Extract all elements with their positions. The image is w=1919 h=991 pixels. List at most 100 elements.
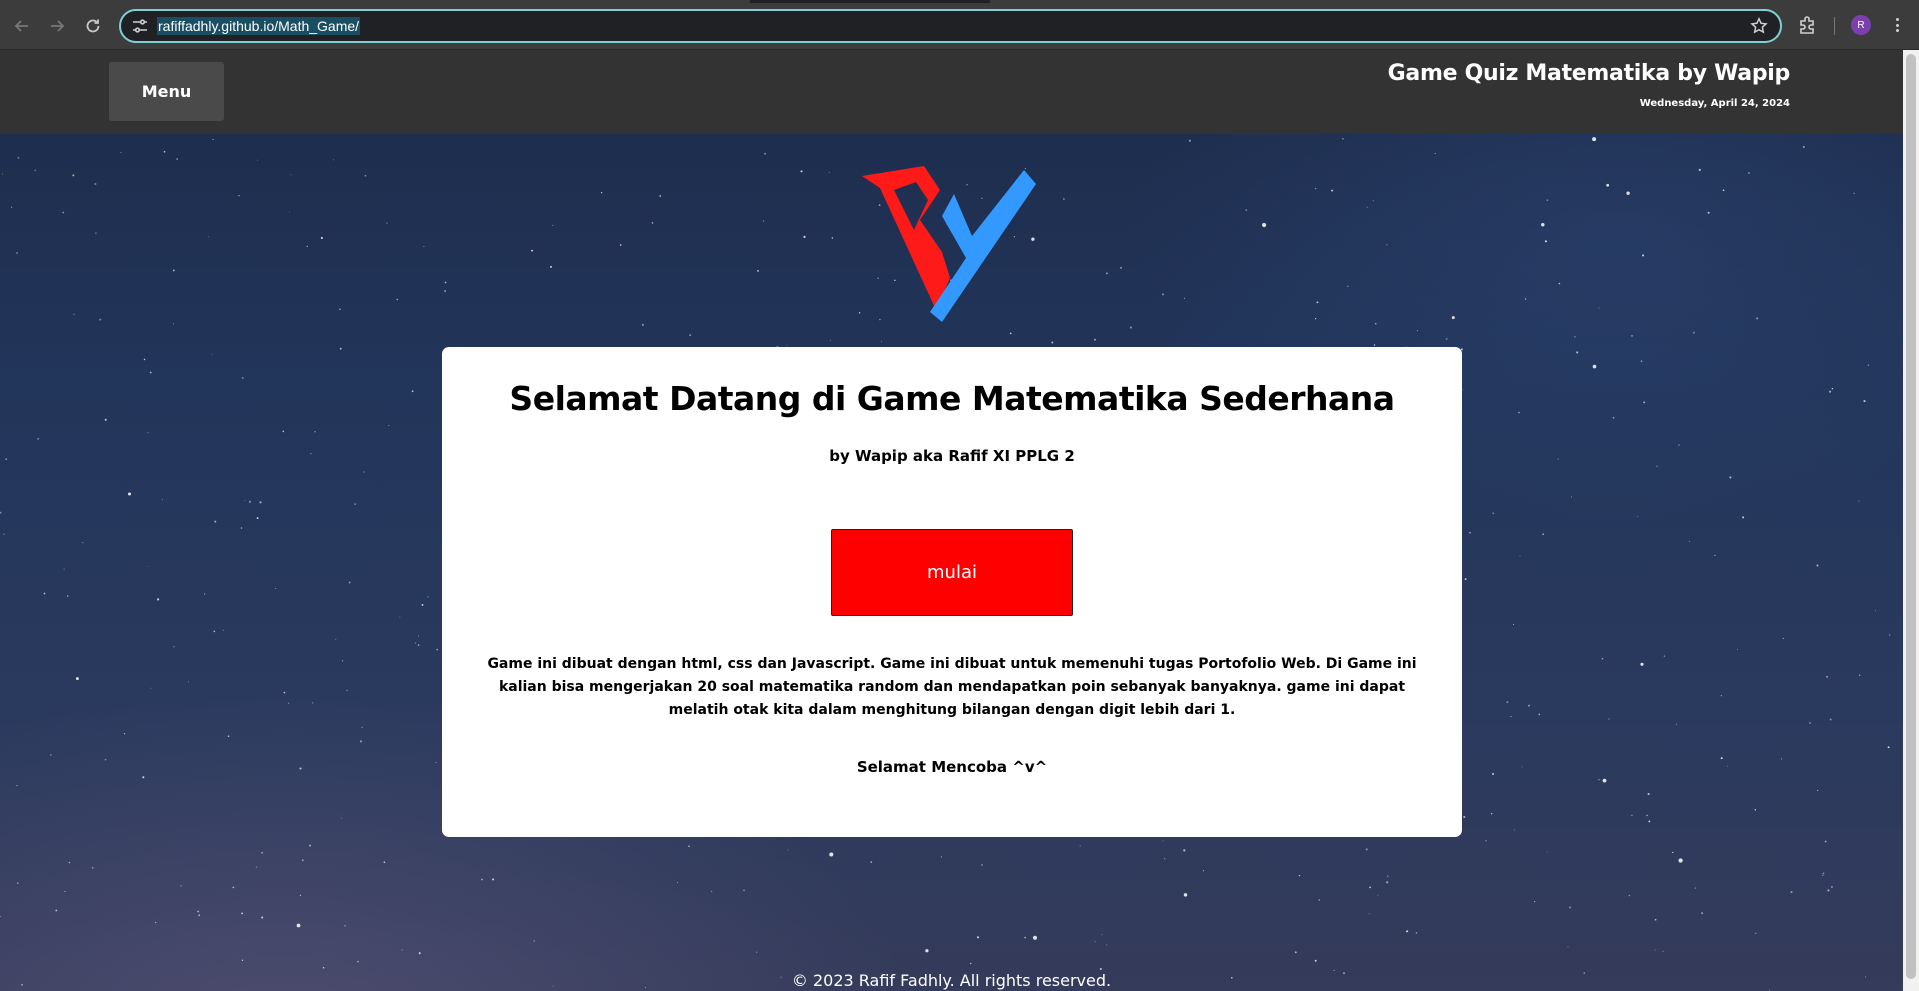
star xyxy=(803,235,806,238)
star xyxy=(969,962,972,965)
star xyxy=(1817,790,1819,792)
star xyxy=(1541,223,1545,227)
star xyxy=(361,726,363,728)
star xyxy=(423,246,425,248)
forward-button[interactable] xyxy=(44,13,70,39)
star xyxy=(17,882,19,884)
star xyxy=(67,595,69,597)
back-button[interactable] xyxy=(9,13,35,39)
tab-right[interactable] xyxy=(990,0,1919,3)
scrollbar-thumb[interactable] xyxy=(1906,54,1916,979)
star xyxy=(1640,360,1643,362)
star xyxy=(176,158,178,160)
star xyxy=(63,568,65,570)
star xyxy=(1867,364,1870,366)
star xyxy=(147,432,149,434)
star xyxy=(261,916,264,919)
tab-left[interactable] xyxy=(0,0,750,3)
star xyxy=(1434,152,1436,154)
star xyxy=(359,740,363,743)
site-title: Game Quiz Matematika by Wapip xyxy=(1387,61,1791,86)
star xyxy=(829,852,834,857)
address-bar[interactable]: rafiffadhly.github.io/Math_Game/ xyxy=(119,9,1782,43)
star xyxy=(16,784,18,787)
star xyxy=(1626,191,1630,195)
star xyxy=(828,171,830,173)
star xyxy=(282,430,285,433)
star xyxy=(1742,516,1745,519)
star xyxy=(1727,765,1728,767)
puzzle-icon[interactable] xyxy=(1797,14,1819,36)
star xyxy=(421,603,424,606)
star-icon[interactable] xyxy=(1750,17,1768,35)
star xyxy=(1366,206,1368,208)
star xyxy=(1101,934,1103,936)
star xyxy=(1822,872,1825,875)
star xyxy=(339,308,341,311)
menu-button[interactable]: Menu xyxy=(109,62,224,121)
kebab-icon[interactable] xyxy=(1888,15,1906,35)
star xyxy=(275,587,277,590)
star xyxy=(342,660,344,662)
url-text[interactable]: rafiffadhly.github.io/Math_Game/ xyxy=(157,17,361,35)
star xyxy=(49,753,52,756)
star xyxy=(1314,317,1317,320)
star xyxy=(312,702,314,704)
star xyxy=(1557,458,1559,460)
star xyxy=(310,453,312,455)
card-subtitle: by Wapip aka Rafif XI PPLG 2 xyxy=(829,447,1075,465)
star xyxy=(1643,401,1646,404)
star xyxy=(5,458,7,460)
star xyxy=(1824,840,1827,843)
reload-icon xyxy=(86,19,100,33)
star xyxy=(82,542,84,544)
star xyxy=(641,323,644,326)
toolbar-separator xyxy=(1834,17,1835,35)
card-closing-text: Selamat Mencoba ^v^ xyxy=(856,758,1048,776)
reload-button[interactable] xyxy=(80,13,106,39)
star xyxy=(435,762,437,764)
star xyxy=(1567,946,1569,948)
welcome-card: Selamat Datang di Game Matematika Sederh… xyxy=(442,347,1462,837)
star xyxy=(1654,949,1656,951)
tune-icon[interactable] xyxy=(131,18,149,34)
star xyxy=(1512,623,1515,626)
star xyxy=(651,222,654,224)
star xyxy=(1598,307,1600,309)
star xyxy=(162,499,163,501)
star xyxy=(91,867,94,869)
arrow-left-icon xyxy=(14,20,28,32)
profile-avatar[interactable]: R xyxy=(1851,15,1871,35)
star xyxy=(322,966,325,969)
star xyxy=(37,438,39,440)
star xyxy=(172,269,175,272)
star xyxy=(1714,554,1716,557)
star xyxy=(1601,657,1604,660)
star xyxy=(1161,293,1165,296)
star xyxy=(1676,723,1678,725)
star xyxy=(1129,326,1132,329)
star xyxy=(1051,341,1054,344)
star xyxy=(335,638,337,641)
star xyxy=(17,156,20,159)
star xyxy=(756,951,758,953)
start-button[interactable]: mulai xyxy=(831,529,1073,616)
star xyxy=(16,252,18,254)
star xyxy=(340,817,342,819)
star xyxy=(764,152,766,155)
page-scrollbar[interactable] xyxy=(1903,50,1919,991)
star xyxy=(1678,858,1683,863)
star xyxy=(689,334,692,337)
star xyxy=(346,689,348,692)
star xyxy=(1654,918,1657,921)
star xyxy=(756,269,760,272)
star xyxy=(127,492,132,496)
star xyxy=(1736,648,1738,650)
star xyxy=(241,959,244,962)
star xyxy=(1342,138,1344,140)
star xyxy=(1863,400,1866,403)
star xyxy=(248,500,251,503)
star xyxy=(1416,330,1418,332)
star xyxy=(1202,870,1205,872)
star xyxy=(427,596,429,598)
